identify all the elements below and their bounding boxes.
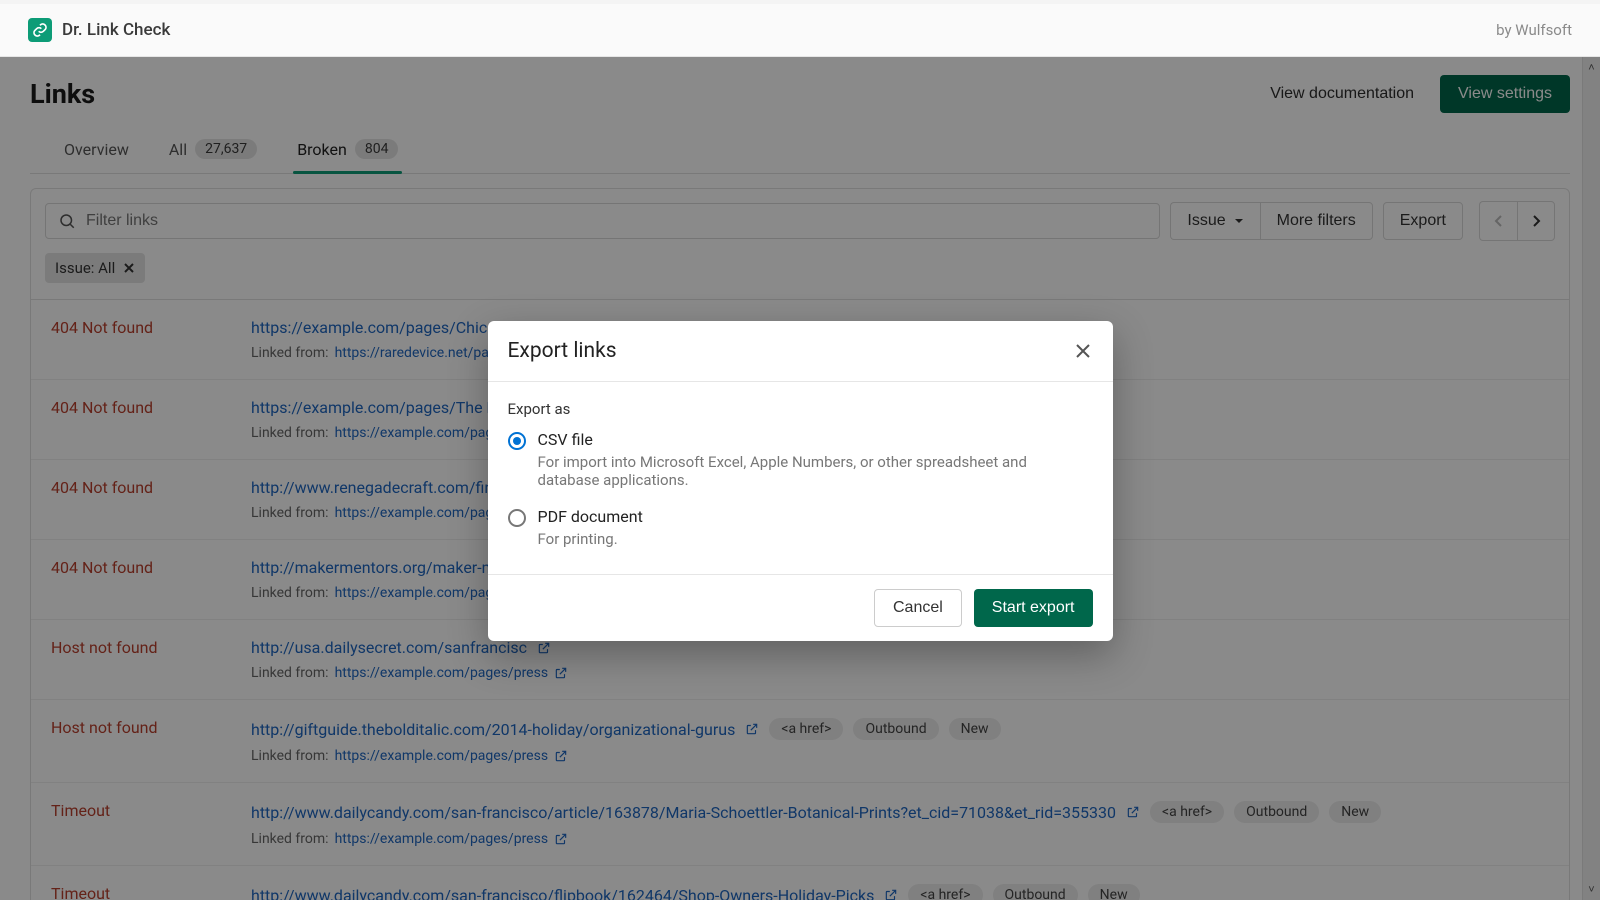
radio-pdf[interactable]: [508, 509, 526, 527]
pdf-title: PDF document: [538, 507, 643, 526]
vendor-label: by Wulfsoft: [1496, 21, 1572, 39]
csv-title: CSV file: [538, 430, 1058, 449]
start-export-button[interactable]: Start export: [974, 589, 1093, 627]
brand-name: Dr. Link Check: [62, 20, 170, 40]
export-as-label: Export as: [508, 400, 1093, 418]
radio-csv[interactable]: [508, 432, 526, 450]
close-icon: [1073, 341, 1093, 361]
export-option-csv[interactable]: CSV file For import into Microsoft Excel…: [508, 430, 1093, 489]
modal-title: Export links: [508, 339, 617, 363]
pdf-desc: For printing.: [538, 530, 643, 548]
export-modal: Export links Export as CSV file For impo…: [488, 321, 1113, 641]
modal-close-button[interactable]: [1073, 341, 1093, 361]
cancel-button[interactable]: Cancel: [874, 589, 962, 627]
brand-logo-icon: [28, 18, 52, 42]
export-option-pdf[interactable]: PDF document For printing.: [508, 507, 1093, 548]
top-bar: Dr. Link Check by Wulfsoft: [0, 0, 1600, 57]
modal-overlay[interactable]: Export links Export as CSV file For impo…: [0, 57, 1600, 900]
csv-desc: For import into Microsoft Excel, Apple N…: [538, 453, 1058, 489]
